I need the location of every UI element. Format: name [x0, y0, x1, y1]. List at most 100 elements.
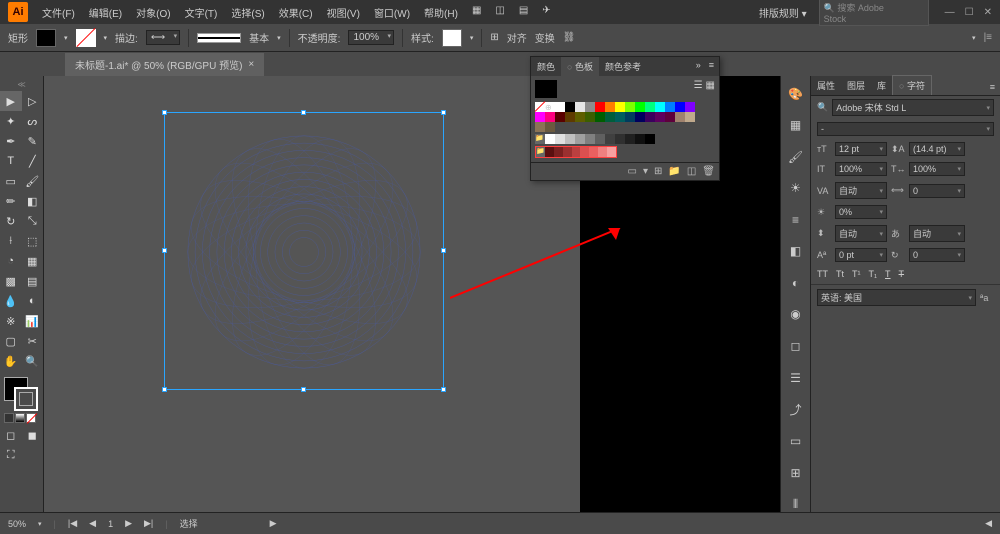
grid-view-icon[interactable]: ▦ [706, 80, 715, 98]
swatch[interactable] [645, 112, 655, 122]
gradient-tool[interactable]: ▤ [22, 271, 44, 291]
scroll-left-icon[interactable]: ▶ [270, 518, 277, 529]
color-mode-row[interactable] [0, 411, 43, 425]
swatch[interactable] [535, 112, 545, 122]
swatch[interactable] [565, 112, 575, 122]
color-panel-icon[interactable]: 🎨 [787, 86, 805, 102]
menu-type[interactable]: 文字(T) [179, 3, 224, 22]
align-panel-icon[interactable]: ⫴ [787, 496, 805, 512]
swatch[interactable] [572, 147, 581, 157]
menu-view[interactable]: 视图(V) [321, 3, 366, 22]
pathfinder-panel-icon[interactable]: ⊞ [787, 465, 805, 481]
aki-field[interactable]: 自动 [909, 225, 965, 242]
paintbrush-tool[interactable]: 🖌 [22, 171, 44, 191]
search-fonts-icon[interactable]: 🔍 [817, 102, 828, 113]
swatch[interactable] [545, 134, 555, 144]
artboard-number[interactable]: 1 [108, 519, 113, 529]
direct-selection-tool[interactable]: ▷ [22, 91, 44, 111]
blend-tool[interactable]: ◐ [22, 291, 44, 311]
menu-effect[interactable]: 效果(C) [273, 3, 319, 22]
swatch[interactable]: 📁 [536, 147, 545, 157]
fill-swatch[interactable] [36, 29, 56, 47]
shape-builder-tool[interactable]: ◔ [0, 251, 22, 271]
pen-tool[interactable]: ✒ [0, 131, 22, 151]
tab-color[interactable]: 颜色 [531, 57, 561, 76]
swatch[interactable] [565, 102, 575, 112]
column-graph-tool[interactable]: 📊 [22, 311, 44, 331]
workspace-switcher[interactable]: 排版规则 ▾ [753, 3, 813, 22]
swatch[interactable] [655, 112, 665, 122]
scale-tool[interactable]: ⤡ [22, 211, 44, 231]
isolate-icon[interactable]: ⛓ [563, 32, 576, 43]
document-tab[interactable]: 未标题-1.ai* @ 50% (RGB/GPU 预览) × [65, 53, 264, 76]
menu-select[interactable]: 选择(S) [225, 3, 270, 22]
swatch[interactable] [580, 147, 589, 157]
menu-edit[interactable]: 编辑(E) [83, 3, 128, 22]
stroke-panel-icon[interactable]: ≡ [787, 212, 805, 228]
minimize-button[interactable]: — [945, 7, 955, 18]
subscript-icon[interactable]: T₁ [869, 269, 878, 279]
swatch[interactable]: ⊕ [545, 102, 555, 112]
font-style-field[interactable]: - [817, 122, 994, 136]
new-swatch-icon[interactable]: ◫ [687, 166, 696, 177]
swatch[interactable] [575, 102, 585, 112]
anti-alias-icon[interactable]: ªa [980, 293, 994, 303]
char-opacity-field[interactable]: 0% [835, 205, 887, 219]
font-size-field[interactable]: 12 pt [835, 142, 887, 156]
selection-tool[interactable]: ▶ [0, 91, 22, 111]
eyedropper-tool[interactable]: 💧 [0, 291, 22, 311]
document-setup-icon[interactable]: ⊞ [490, 32, 498, 43]
rectangle-tool[interactable]: ▭ [0, 171, 22, 191]
tab-character[interactable]: ○ 字符 [892, 75, 932, 95]
type-tool[interactable]: T [0, 151, 22, 171]
swatch-options-icon[interactable]: ⊞ [654, 166, 662, 177]
swatch[interactable] [665, 102, 675, 112]
curvature-tool[interactable]: ✎ [22, 131, 44, 151]
swatch[interactable] [645, 134, 655, 144]
swatch[interactable] [595, 134, 605, 144]
graphic-styles-panel-icon[interactable]: ◻ [787, 338, 805, 354]
menu-object[interactable]: 对象(O) [130, 3, 176, 22]
swatch[interactable] [665, 112, 675, 122]
panel-menu-icon[interactable]: ≡ [985, 79, 1000, 95]
stroke-profile[interactable] [197, 33, 241, 43]
kerning-field[interactable]: 自动 [835, 182, 887, 199]
artboard-tool[interactable]: ▢ [0, 331, 22, 351]
symbols-panel-icon[interactable]: ☀ [787, 181, 805, 197]
swatch[interactable]: 📁 [535, 134, 545, 144]
symbol-sprayer-tool[interactable]: ※ [0, 311, 22, 331]
swatches-menu-icon[interactable]: ≡ [704, 57, 719, 76]
swatch[interactable] [589, 147, 598, 157]
search-input[interactable]: 🔍 搜索 Adobe Stock [819, 0, 929, 26]
stroke-swatch[interactable] [76, 29, 96, 47]
zoom-tool[interactable]: 🔍 [22, 351, 44, 371]
swatch[interactable] [685, 112, 695, 122]
swatch[interactable] [635, 102, 645, 112]
panel-collapse-icon[interactable]: |≡ [984, 32, 992, 43]
show-swatch-kinds-icon[interactable]: ▾ [643, 166, 648, 177]
swatch[interactable] [555, 102, 565, 112]
arrange-icon[interactable]: ▤ [513, 3, 534, 22]
swatch[interactable] [563, 147, 572, 157]
mesh-tool[interactable]: ▩ [0, 271, 22, 291]
perspective-grid-tool[interactable]: ▦ [22, 251, 44, 271]
bridge-icon[interactable]: ▦ [466, 3, 487, 22]
caps-tt[interactable]: TT [817, 269, 828, 279]
swatch-grid[interactable]: ⊕ [535, 102, 703, 132]
swatch[interactable] [545, 122, 555, 132]
opacity-field[interactable]: 100% [348, 30, 394, 45]
swatch[interactable] [575, 134, 585, 144]
maximize-button[interactable]: ☐ [965, 7, 974, 18]
underline-icon[interactable]: T [885, 269, 891, 279]
highlighted-swatch-row[interactable]: 📁 [535, 146, 617, 158]
char-rotation-field[interactable]: 0 [909, 248, 965, 262]
transform-label[interactable]: 变换 [535, 30, 555, 45]
width-tool[interactable]: ⟊ [0, 231, 22, 251]
hand-tool[interactable]: ✋ [0, 351, 22, 371]
shaper-tool[interactable]: ✏ [0, 191, 22, 211]
swatch[interactable] [635, 134, 645, 144]
swatch[interactable] [615, 102, 625, 112]
swatch-libraries-icon[interactable]: ▭ [628, 166, 637, 177]
swatch[interactable] [645, 102, 655, 112]
leading-field[interactable]: (14.4 pt) [909, 142, 965, 156]
